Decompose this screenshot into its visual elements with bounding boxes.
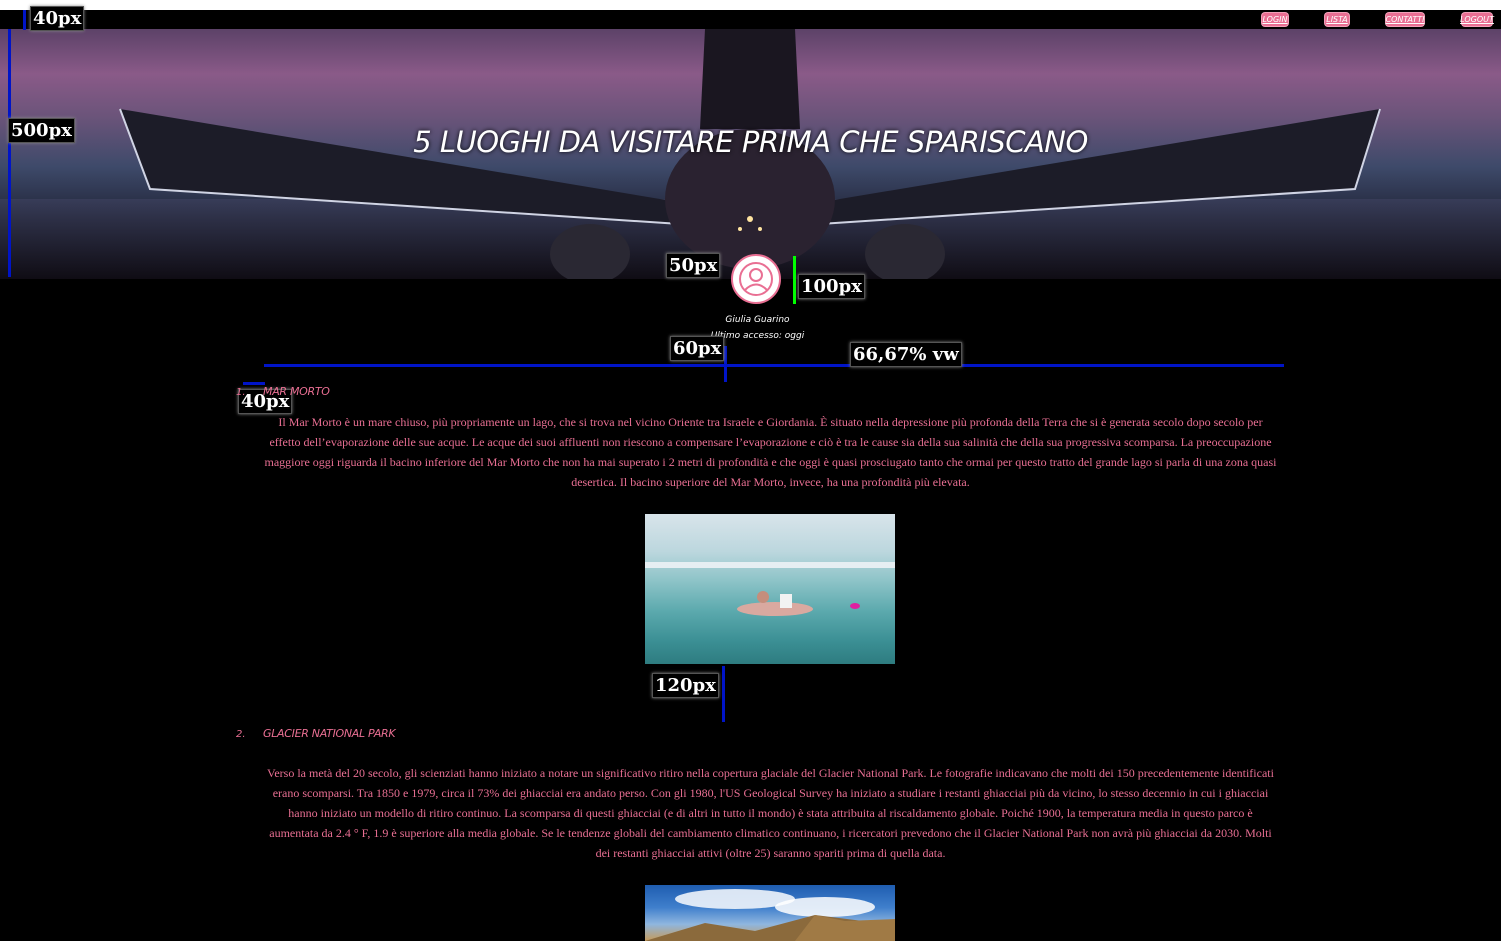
top-strip	[0, 0, 1501, 10]
section-2-title: Glacier National Park	[263, 727, 396, 740]
dead-sea-photo	[645, 514, 895, 664]
nav-login-button[interactable]: LOGIN	[1261, 12, 1289, 27]
hero-title: 5 LUOGHI DA VISITARE PRIMA CHE SPARISCAN…	[413, 125, 1088, 159]
measure-label-hero: 500px	[8, 118, 75, 143]
measure-label-avatar-offset: 50px	[666, 253, 721, 278]
user-icon	[739, 262, 773, 296]
measure-label-section-gap: 120px	[652, 673, 719, 698]
measure-label-content-top: 60px	[670, 336, 725, 361]
user-name: Giulia Guarino	[725, 315, 790, 325]
glacier-photo	[645, 885, 895, 941]
navbar: LOGIN LISTA CONTATTI LOGOUT	[0, 10, 1501, 29]
nav-contatti-button[interactable]: CONTATTI	[1385, 12, 1425, 27]
section-2-text: Verso la metà del 20 secolo, gli scienzi…	[267, 766, 1274, 860]
measure-line-avatar-size	[793, 256, 796, 304]
measure-label-navbar: 40px	[30, 6, 85, 31]
hero-banner: 5 LUOGHI DA VISITARE PRIMA CHE SPARISCAN…	[0, 29, 1501, 279]
nav-lista-button[interactable]: LISTA	[1324, 12, 1350, 27]
measure-label-content-width: 66,67% vw	[850, 342, 962, 367]
section-1-number: 1.	[236, 387, 246, 398]
nav-logout-button[interactable]: LOGOUT	[1460, 12, 1494, 27]
measure-line-hero	[8, 29, 11, 277]
measure-line-indent	[243, 382, 265, 385]
measure-line-navbar	[23, 10, 26, 30]
section-1-text: Il Mar Morto è un mare chiuso, più propr…	[264, 415, 1277, 489]
measure-label-avatar-size: 100px	[798, 274, 865, 299]
user-avatar[interactable]	[731, 254, 781, 304]
section-1-title: Mar Morto	[263, 385, 330, 398]
section-2-number: 2.	[236, 729, 246, 740]
measure-line-content-width	[264, 364, 1284, 367]
measure-line-section-gap	[722, 666, 725, 722]
